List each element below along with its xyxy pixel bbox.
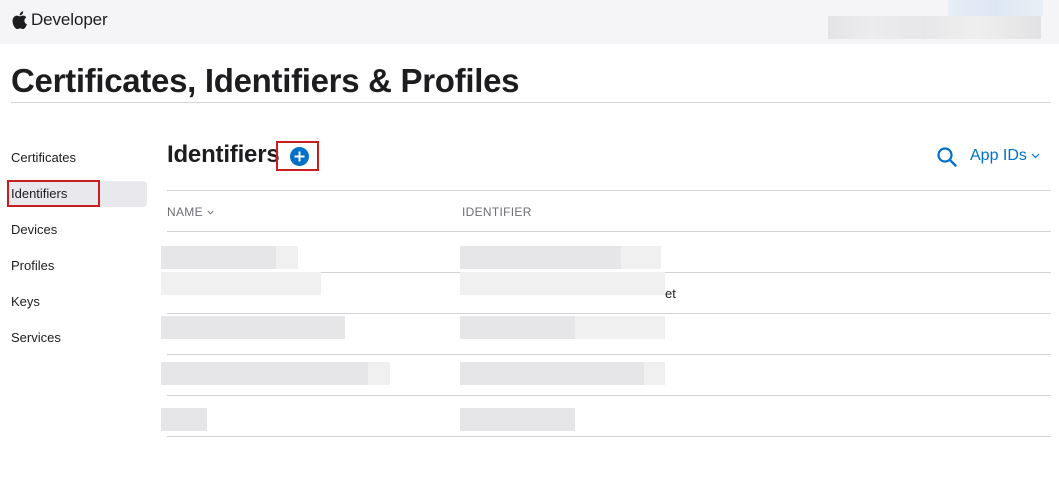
redacted-identifier <box>460 272 665 295</box>
filter-label: App IDs <box>970 147 1027 164</box>
redacted-name-tail <box>276 246 298 269</box>
redacted-name <box>161 316 345 339</box>
redacted-identifier-tail <box>644 362 665 385</box>
sidebar-item-certificates[interactable]: Certificates <box>11 145 76 171</box>
sidebar-item-keys[interactable]: Keys <box>11 289 40 315</box>
brand-text: Developer <box>31 10 108 29</box>
title-divider <box>11 102 1051 103</box>
table-top-divider <box>167 190 1051 191</box>
table-header-divider <box>167 231 1051 232</box>
sort-chevron-icon <box>207 210 214 215</box>
redacted-identifier <box>460 246 621 269</box>
developer-home-link[interactable]: Developer <box>12 8 108 32</box>
identifier-partial-text: et <box>665 286 676 301</box>
table-row[interactable] <box>161 395 1051 435</box>
sidebar-item-services[interactable]: Services <box>11 325 61 351</box>
redacted-identifier-tail <box>621 246 661 269</box>
redacted-name <box>161 362 368 385</box>
search-button[interactable] <box>936 146 958 168</box>
redacted-name <box>161 272 321 295</box>
redacted-identifier <box>460 316 575 339</box>
global-nav: Developer <box>0 0 1059 44</box>
table-row[interactable]: et <box>161 272 1051 312</box>
redacted-identifier-tail <box>575 316 665 339</box>
redacted-identifier <box>460 362 644 385</box>
table-row[interactable] <box>161 354 1051 394</box>
section-title: Identifiers <box>167 141 280 168</box>
page: Developer Certificates, Identifiers & Pr… <box>0 0 1059 478</box>
redacted-name-tail <box>368 362 390 385</box>
plus-circle-icon <box>294 151 305 162</box>
sidebar-item-identifiers[interactable]: Identifiers <box>11 181 67 207</box>
add-identifier-button[interactable] <box>290 147 309 166</box>
chevron-down-icon <box>1031 153 1040 159</box>
account-menu[interactable] <box>828 16 1041 39</box>
app-ids-filter-dropdown[interactable]: App IDs <box>970 146 1040 166</box>
page-title: Certificates, Identifiers & Profiles <box>11 62 520 99</box>
redacted-name <box>161 408 207 431</box>
column-header-identifier: IDENTIFIER <box>462 205 532 219</box>
redacted-identifier <box>460 408 575 431</box>
table-row[interactable] <box>161 313 1051 353</box>
sidebar-item-profiles[interactable]: Profiles <box>11 253 54 279</box>
column-header-name-label: NAME <box>167 205 203 219</box>
apple-logo-icon <box>12 11 27 29</box>
column-header-name[interactable]: NAME <box>167 205 214 219</box>
sidebar-item-devices[interactable]: Devices <box>11 217 57 243</box>
redacted-region <box>948 0 1043 16</box>
table-bottom-divider <box>167 436 1051 437</box>
redacted-name <box>161 246 276 269</box>
search-icon <box>937 147 957 167</box>
